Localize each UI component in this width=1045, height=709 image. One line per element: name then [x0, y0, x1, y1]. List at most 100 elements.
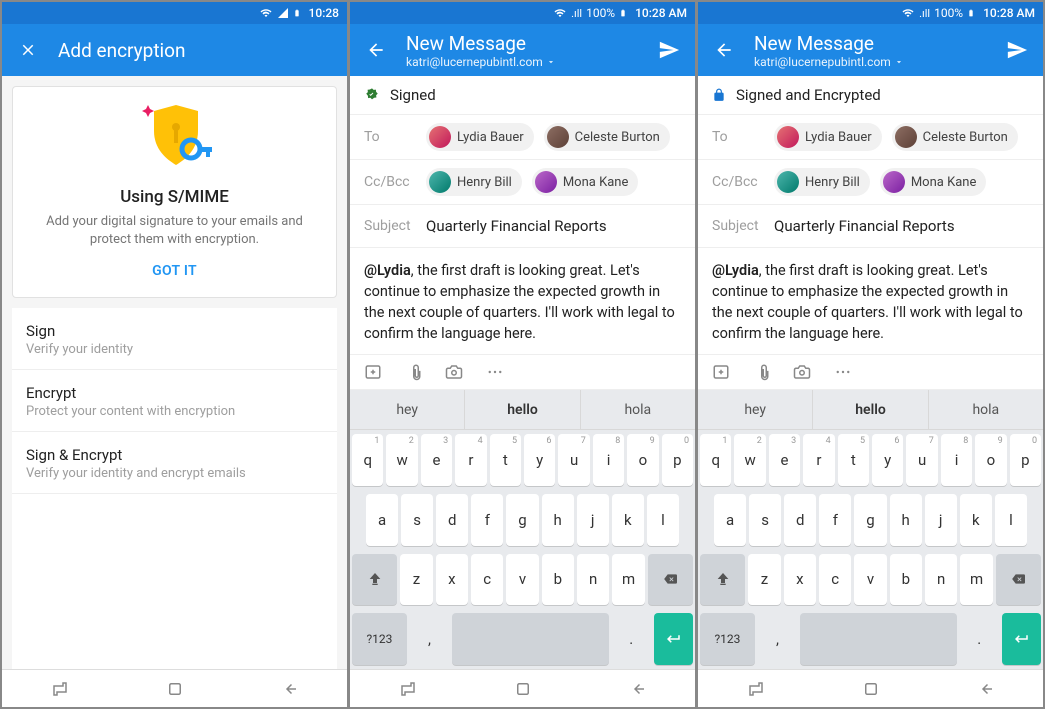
key-x[interactable]: x: [784, 554, 816, 606]
key-t[interactable]: 5t: [838, 434, 869, 486]
back-button[interactable]: [712, 38, 736, 62]
key-u[interactable]: 7u: [558, 434, 589, 486]
got-it-button[interactable]: GOT IT: [33, 249, 316, 287]
key-z[interactable]: z: [748, 554, 780, 606]
enter-key[interactable]: [654, 613, 693, 665]
key-a[interactable]: a: [714, 494, 746, 546]
shift-key[interactable]: [700, 554, 745, 606]
recipient-chip[interactable]: Lydia Bauer: [426, 123, 534, 151]
key-v[interactable]: v: [506, 554, 538, 606]
home-icon[interactable]: [862, 680, 880, 698]
key-l[interactable]: l: [647, 494, 679, 546]
key-r[interactable]: 4r: [455, 434, 486, 486]
comma-key[interactable]: ,: [758, 613, 797, 665]
key-f[interactable]: f: [819, 494, 851, 546]
availability-icon[interactable]: [712, 363, 730, 381]
key-q[interactable]: 1q: [700, 434, 731, 486]
key-d[interactable]: d: [436, 494, 468, 546]
attach-icon[interactable]: [404, 363, 422, 381]
key-g[interactable]: g: [506, 494, 538, 546]
recipient-chip[interactable]: Celeste Burton: [892, 123, 1018, 151]
recipient-chip[interactable]: Mona Kane: [880, 168, 987, 196]
key-i[interactable]: 8i: [941, 434, 972, 486]
send-button[interactable]: [657, 38, 681, 62]
suggestion[interactable]: hola: [929, 390, 1043, 429]
period-key[interactable]: .: [612, 613, 651, 665]
key-c[interactable]: c: [819, 554, 851, 606]
suggestion[interactable]: hello: [465, 390, 580, 429]
key-e[interactable]: 3e: [421, 434, 452, 486]
recipient-chip[interactable]: Henry Bill: [774, 168, 870, 196]
back-button[interactable]: [364, 38, 388, 62]
key-z[interactable]: z: [400, 554, 432, 606]
key-x[interactable]: x: [436, 554, 468, 606]
option-sign[interactable]: Sign Verify your identity: [12, 308, 337, 370]
from-account-dropdown[interactable]: katri@lucernepubintl.com: [406, 55, 657, 69]
key-a[interactable]: a: [366, 494, 398, 546]
key-s[interactable]: s: [749, 494, 781, 546]
key-h[interactable]: h: [890, 494, 922, 546]
symbols-key[interactable]: ?123: [352, 613, 407, 665]
key-g[interactable]: g: [854, 494, 886, 546]
to-field[interactable]: To Lydia Bauer Celeste Burton: [698, 115, 1043, 160]
period-key[interactable]: .: [960, 613, 999, 665]
suggestion[interactable]: hola: [581, 390, 695, 429]
recipient-chip[interactable]: Celeste Burton: [544, 123, 670, 151]
key-k[interactable]: k: [960, 494, 992, 546]
key-o[interactable]: 9o: [975, 434, 1006, 486]
camera-icon[interactable]: [792, 363, 812, 381]
comma-key[interactable]: ,: [410, 613, 449, 665]
back-icon[interactable]: [281, 680, 299, 698]
symbols-key[interactable]: ?123: [700, 613, 755, 665]
key-j[interactable]: j: [577, 494, 609, 546]
more-icon[interactable]: [486, 363, 504, 381]
from-account-dropdown[interactable]: katri@lucernepubintl.com: [754, 55, 1005, 69]
back-icon[interactable]: [629, 680, 647, 698]
shift-key[interactable]: [352, 554, 397, 606]
subject-field[interactable]: Subject Quarterly Financial Reports: [698, 205, 1043, 248]
recents-icon[interactable]: [399, 680, 417, 698]
key-e[interactable]: 3e: [769, 434, 800, 486]
recents-icon[interactable]: [747, 680, 765, 698]
key-y[interactable]: 6y: [524, 434, 555, 486]
key-b[interactable]: b: [542, 554, 574, 606]
option-encrypt[interactable]: Encrypt Protect your content with encryp…: [12, 370, 337, 432]
space-key[interactable]: [452, 613, 609, 665]
key-l[interactable]: l: [995, 494, 1027, 546]
key-w[interactable]: 2w: [734, 434, 765, 486]
send-button[interactable]: [1005, 38, 1029, 62]
key-u[interactable]: 7u: [906, 434, 937, 486]
key-k[interactable]: k: [612, 494, 644, 546]
cc-field[interactable]: Cc/Bcc Henry Bill Mona Kane: [350, 160, 695, 205]
availability-icon[interactable]: [364, 363, 382, 381]
signature-status-row[interactable]: Signed: [350, 76, 695, 115]
cc-field[interactable]: Cc/Bcc Henry Bill Mona Kane: [698, 160, 1043, 205]
close-button[interactable]: [16, 38, 40, 62]
key-m[interactable]: m: [612, 554, 644, 606]
back-icon[interactable]: [977, 680, 995, 698]
key-m[interactable]: m: [960, 554, 992, 606]
key-n[interactable]: n: [577, 554, 609, 606]
signature-status-row[interactable]: Signed and Encrypted: [698, 76, 1043, 115]
key-w[interactable]: 2w: [386, 434, 417, 486]
attach-icon[interactable]: [752, 363, 770, 381]
recipient-chip[interactable]: Lydia Bauer: [774, 123, 882, 151]
backspace-key[interactable]: [648, 554, 693, 606]
key-b[interactable]: b: [890, 554, 922, 606]
key-h[interactable]: h: [542, 494, 574, 546]
to-field[interactable]: To Lydia Bauer Celeste Burton: [350, 115, 695, 160]
key-s[interactable]: s: [401, 494, 433, 546]
suggestion[interactable]: hey: [698, 390, 813, 429]
key-c[interactable]: c: [471, 554, 503, 606]
recipient-chip[interactable]: Mona Kane: [532, 168, 639, 196]
recipient-chip[interactable]: Henry Bill: [426, 168, 522, 196]
key-n[interactable]: n: [925, 554, 957, 606]
key-f[interactable]: f: [471, 494, 503, 546]
subject-field[interactable]: Subject Quarterly Financial Reports: [350, 205, 695, 248]
key-q[interactable]: 1q: [352, 434, 383, 486]
key-p[interactable]: 0p: [1010, 434, 1041, 486]
more-icon[interactable]: [834, 363, 852, 381]
suggestion[interactable]: hey: [350, 390, 465, 429]
key-j[interactable]: j: [925, 494, 957, 546]
recents-icon[interactable]: [51, 680, 69, 698]
